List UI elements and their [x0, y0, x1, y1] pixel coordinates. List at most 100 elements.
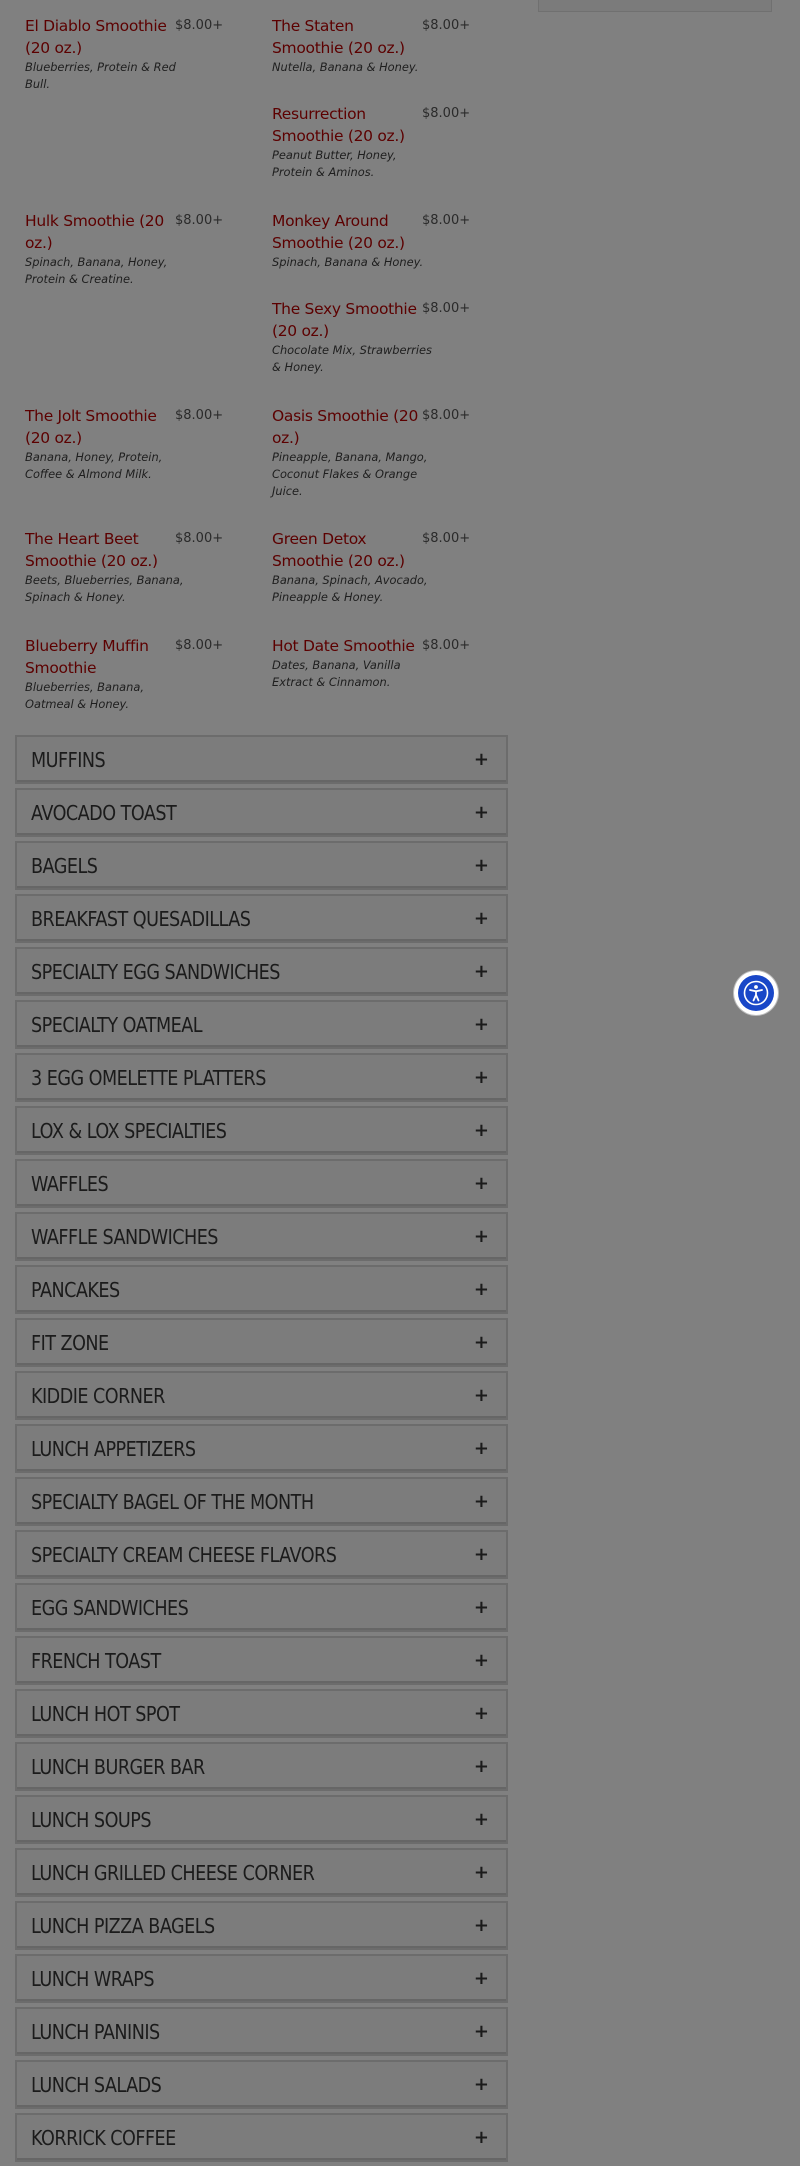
category-accordion-item[interactable]: LUNCH SALADS +	[15, 2060, 508, 2109]
category-accordion-item[interactable]: SPECIALTY BAGEL OF THE MONTH +	[15, 1477, 508, 1526]
menu-item[interactable]: Blueberry Muffin Smoothie $8.00+ Blueberri…	[25, 635, 255, 735]
category-accordion-item[interactable]: KIDDIE CORNER +	[15, 1371, 508, 1420]
category-title: KIDDIE CORNER	[31, 1383, 165, 1408]
category-accordion-item[interactable]: SPECIALTY OATMEAL +	[15, 1000, 508, 1049]
item-name: The Staten Smoothie (20 oz.)	[272, 17, 405, 57]
expand-plus-icon[interactable]: +	[474, 803, 489, 822]
expand-plus-icon[interactable]: +	[474, 909, 489, 928]
category-accordion-item[interactable]: EGG SANDWICHES +	[15, 1583, 508, 1632]
expand-plus-icon[interactable]: +	[474, 1121, 489, 1140]
item-price: $8.00+	[422, 106, 471, 121]
category-accordion-item[interactable]: FIT ZONE +	[15, 1318, 508, 1367]
expand-plus-icon[interactable]: +	[474, 1015, 489, 1034]
item-description: Blueberries, Protein & Red Bull.	[25, 60, 176, 91]
item-name: Resurrection Smoothie (20 oz.)	[272, 105, 405, 145]
category-accordion-item[interactable]: LUNCH PANINIS +	[15, 2007, 508, 2056]
accessibility-button[interactable]	[734, 971, 778, 1015]
expand-plus-icon[interactable]: +	[474, 2075, 489, 2094]
expand-plus-icon[interactable]: +	[474, 1757, 489, 1776]
category-accordion-item[interactable]: SPECIALTY CREAM CHEESE FLAVORS +	[15, 1530, 508, 1579]
menu-item[interactable]: Green Detox Smoothie (20 oz.) $8.00+ Banan…	[272, 528, 502, 635]
item-price: $8.00+	[422, 408, 471, 423]
category-accordion-item[interactable]: LOX & LOX SPECIALTIES +	[15, 1106, 508, 1155]
item-description: Spinach, Banana, Honey, Protein & Creati…	[25, 255, 168, 286]
expand-plus-icon[interactable]: +	[474, 962, 489, 981]
category-accordion-item[interactable]: 3 EGG OMELETTE PLATTERS +	[15, 1053, 508, 1102]
item-description: Beets, Blueberries, Banana, Spinach & Ho…	[25, 573, 184, 604]
item-price: $8.00+	[422, 18, 471, 33]
category-title: EGG SANDWICHES	[31, 1595, 189, 1620]
category-accordion-item[interactable]: PANCAKES +	[15, 1265, 508, 1314]
menu-item[interactable]: Oasis Smoothie (20 oz.) $8.00+ Pineapple, …	[272, 405, 502, 528]
category-accordion-item[interactable]: SPECIALTY EGG SANDWICHES +	[15, 947, 508, 996]
expand-plus-icon[interactable]: +	[474, 1916, 489, 1935]
item-price: $8.00+	[422, 301, 471, 316]
expand-plus-icon[interactable]: +	[474, 856, 489, 875]
category-accordion-item[interactable]: LUNCH SOUPS +	[15, 1795, 508, 1844]
category-title: AVOCADO TOAST	[31, 800, 177, 825]
expand-plus-icon[interactable]: +	[474, 1068, 489, 1087]
expand-plus-icon[interactable]: +	[474, 2022, 489, 2041]
item-description: Chocolate Mix, Strawberries & Honey.	[272, 343, 432, 374]
category-accordion-item[interactable]: BAGELS +	[15, 841, 508, 890]
menu-item[interactable]: The Sexy Smoothie (20 oz.) $8.00+ Chocolat…	[272, 298, 502, 405]
expand-plus-icon[interactable]: +	[474, 1386, 489, 1405]
menu-item[interactable]: The Jolt Smoothie (20 oz.) $8.00+ Banana, …	[25, 405, 255, 528]
item-name: The Heart Beet Smoothie (20 oz.)	[25, 530, 158, 570]
category-accordion-item[interactable]: FRENCH TOAST +	[15, 1636, 508, 1685]
expand-plus-icon[interactable]: +	[474, 1492, 489, 1511]
category-title: LUNCH GRILLED CHEESE CORNER	[31, 1860, 315, 1885]
category-title: LUNCH BURGER BAR	[31, 1754, 205, 1779]
category-title: BREAKFAST QUESADILLAS	[31, 906, 251, 931]
category-accordion-item[interactable]: MUFFINS +	[15, 735, 508, 784]
item-price: $8.00+	[175, 213, 224, 228]
item-name: The Sexy Smoothie (20 oz.)	[272, 300, 417, 340]
expand-plus-icon[interactable]: +	[474, 1333, 489, 1352]
category-title: SPECIALTY BAGEL OF THE MONTH	[31, 1489, 314, 1514]
expand-plus-icon[interactable]: +	[474, 1863, 489, 1882]
category-title: FIT ZONE	[31, 1330, 109, 1355]
category-accordion-item[interactable]: BREAKFAST QUESADILLAS +	[15, 894, 508, 943]
item-description: Banana, Spinach, Avocado, Pineapple & Ho…	[272, 573, 428, 604]
category-title: MUFFINS	[31, 747, 106, 772]
expand-plus-icon[interactable]: +	[474, 1704, 489, 1723]
category-accordion-item[interactable]: LUNCH GRILLED CHEESE CORNER +	[15, 1848, 508, 1897]
category-title: LUNCH PIZZA BAGELS	[31, 1913, 215, 1938]
category-title: SPECIALTY EGG SANDWICHES	[31, 959, 280, 984]
expand-plus-icon[interactable]: +	[474, 1651, 489, 1670]
expand-plus-icon[interactable]: +	[474, 1969, 489, 1988]
category-accordion-item[interactable]: LUNCH HOT SPOT +	[15, 1689, 508, 1738]
expand-plus-icon[interactable]: +	[474, 1439, 489, 1458]
expand-plus-icon[interactable]: +	[474, 1227, 489, 1246]
item-name: Hot Date Smoothie	[272, 637, 415, 655]
expand-plus-icon[interactable]: +	[474, 750, 489, 769]
expand-plus-icon[interactable]: +	[474, 1598, 489, 1617]
menu-item[interactable]: El Diablo Smoothie (20 oz.) $8.00+ Blueber…	[25, 15, 255, 103]
expand-plus-icon[interactable]: +	[474, 1545, 489, 1564]
category-accordion-item[interactable]: LUNCH APPETIZERS +	[15, 1424, 508, 1473]
menu-item[interactable]: The Heart Beet Smoothie (20 oz.) $8.00+ Be…	[25, 528, 255, 635]
expand-plus-icon[interactable]: +	[474, 1174, 489, 1193]
expand-plus-icon[interactable]: +	[474, 1810, 489, 1829]
menu-item[interactable]: Hulk Smoothie (20 oz.) $8.00+ Spinach, Ban…	[25, 210, 255, 298]
category-accordion-item[interactable]: WAFFLE SANDWICHES +	[15, 1212, 508, 1261]
menu-category-list: MUFFINS + AVOCADO TOAST + BAGELS + BREAKFAST Q…	[15, 735, 508, 2166]
item-price: $8.00+	[175, 18, 224, 33]
menu-item[interactable]: Resurrection Smoothie (20 oz.) $8.00+ Pean…	[272, 103, 502, 210]
category-accordion-item[interactable]: LUNCH WRAPS +	[15, 1954, 508, 2003]
category-accordion-item[interactable]: LUNCH PIZZA BAGELS +	[15, 1901, 508, 1950]
category-title: LUNCH WRAPS	[31, 1966, 155, 1991]
category-title: LUNCH PANINIS	[31, 2019, 160, 2044]
menu-item[interactable]: Monkey Around Smoothie (20 oz.) $8.00+ Spi…	[272, 210, 502, 298]
category-accordion-item[interactable]: AVOCADO TOAST +	[15, 788, 508, 837]
category-accordion-item[interactable]: LUNCH BURGER BAR +	[15, 1742, 508, 1791]
item-description: Pineapple, Banana, Mango, Coconut Flakes…	[272, 450, 428, 498]
category-accordion-item[interactable]: WAFFLES +	[15, 1159, 508, 1208]
menu-item-spacer	[25, 298, 255, 405]
category-title: LOX & LOX SPECIALTIES	[31, 1118, 227, 1143]
expand-plus-icon[interactable]: +	[474, 1280, 489, 1299]
item-name: Green Detox Smoothie (20 oz.)	[272, 530, 405, 570]
menu-item[interactable]: Hot Date Smoothie $8.00+ Dates, Banana, Va…	[272, 635, 502, 735]
menu-item[interactable]: The Staten Smoothie (20 oz.) $8.00+ Nutell…	[272, 15, 502, 103]
item-description: Banana, Honey, Protein, Coffee & Almond …	[25, 450, 163, 481]
